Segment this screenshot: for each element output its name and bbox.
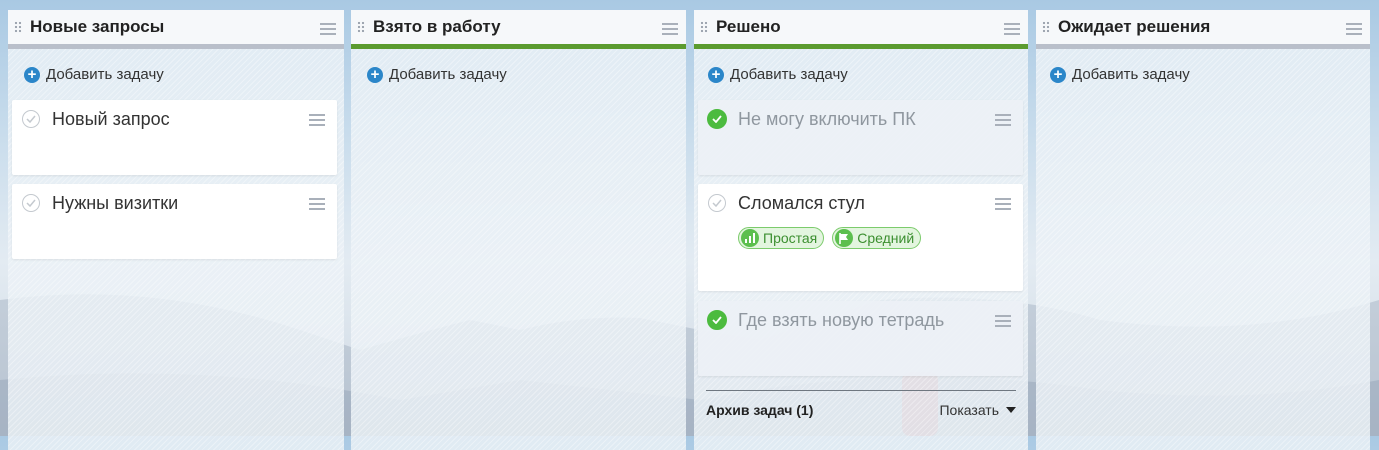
column-title: Новые запросы <box>30 17 165 36</box>
task-archive: Архив задач (1) Показать <box>706 390 1016 418</box>
tag-label: Средний <box>857 230 915 246</box>
tag-label: Простая <box>763 230 818 246</box>
column-resolved: Решено + Добавить задачу Не могу включит… <box>694 10 1028 450</box>
add-task-label: Добавить задачу <box>730 66 848 83</box>
add-task-button[interactable]: + Добавить задачу <box>708 66 848 83</box>
column-menu-icon[interactable] <box>1004 23 1020 35</box>
archive-show-button[interactable]: Показать <box>939 402 1016 418</box>
task-title: Новый запрос <box>52 109 170 129</box>
check-circle-icon[interactable] <box>22 110 40 128</box>
caret-down-icon <box>1006 407 1016 413</box>
card-menu-icon[interactable] <box>995 198 1011 210</box>
column-in-progress: Взято в работу + Добавить задачу <box>351 10 686 450</box>
add-task-label: Добавить задачу <box>1072 66 1190 83</box>
add-task-label: Добавить задачу <box>46 66 164 83</box>
column-new-requests: Новые запросы + Добавить задачу Новый за… <box>8 10 344 450</box>
check-circle-icon[interactable] <box>22 194 40 212</box>
card-menu-icon[interactable] <box>309 114 325 126</box>
column-menu-icon[interactable] <box>662 23 678 35</box>
task-card-done[interactable]: Не могу включить ПК <box>698 100 1023 175</box>
check-done-icon[interactable] <box>707 310 727 330</box>
bars-icon <box>741 229 759 247</box>
archive-show-label: Показать <box>939 402 999 418</box>
task-title: Где взять новую тетрадь <box>738 310 945 330</box>
column-awaiting: Ожидает решения + Добавить задачу <box>1036 10 1370 450</box>
task-card-done[interactable]: Где взять новую тетрадь <box>698 301 1023 376</box>
complexity-tag[interactable]: Простая <box>738 227 825 249</box>
plus-icon: + <box>367 66 383 83</box>
card-menu-icon[interactable] <box>995 114 1011 126</box>
column-header: Новые запросы <box>8 10 344 44</box>
column-status-bar <box>1036 44 1370 49</box>
column-header: Взято в работу <box>351 10 686 44</box>
task-tags: Простая Средний <box>738 227 922 249</box>
check-circle-icon[interactable] <box>708 194 726 212</box>
column-header: Ожидает решения <box>1036 10 1370 44</box>
task-title: Сломался стул <box>738 193 865 213</box>
archive-label: Архив задач (1) <box>706 402 814 418</box>
add-task-button[interactable]: + Добавить задачу <box>367 66 507 83</box>
task-title: Нужны визитки <box>52 193 179 213</box>
drag-handle-icon[interactable] <box>1042 21 1050 33</box>
check-done-icon[interactable] <box>707 109 727 129</box>
add-task-button[interactable]: + Добавить задачу <box>1050 66 1190 83</box>
add-task-button[interactable]: + Добавить задачу <box>24 66 164 83</box>
column-title: Решено <box>716 17 781 36</box>
drag-handle-icon[interactable] <box>357 21 365 33</box>
plus-icon: + <box>708 66 724 83</box>
task-card[interactable]: Нужны визитки <box>12 184 337 259</box>
priority-tag[interactable]: Средний <box>832 227 922 249</box>
plus-icon: + <box>24 66 40 83</box>
column-status-bar <box>351 44 686 49</box>
column-title: Ожидает решения <box>1058 17 1211 36</box>
column-status-bar <box>8 44 344 49</box>
card-menu-icon[interactable] <box>309 198 325 210</box>
flag-icon <box>835 229 854 247</box>
drag-handle-icon[interactable] <box>14 21 22 33</box>
drag-handle-icon[interactable] <box>700 21 708 33</box>
column-title: Взято в работу <box>373 17 501 36</box>
add-task-label: Добавить задачу <box>389 66 507 83</box>
task-card[interactable]: Сломался стул Простая Средний <box>698 184 1023 291</box>
plus-icon: + <box>1050 66 1066 83</box>
column-menu-icon[interactable] <box>1346 23 1362 35</box>
card-menu-icon[interactable] <box>995 315 1011 327</box>
task-title: Не могу включить ПК <box>738 109 916 129</box>
task-card[interactable]: Новый запрос <box>12 100 337 175</box>
column-header: Решено <box>694 10 1028 44</box>
column-status-bar <box>694 44 1028 49</box>
column-menu-icon[interactable] <box>320 23 336 35</box>
